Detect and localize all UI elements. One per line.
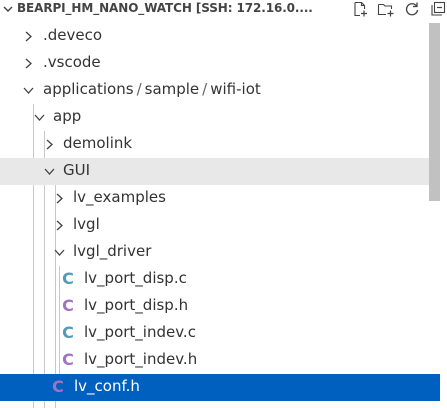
folder-label: app — [53, 107, 82, 125]
file-label: lv_port_disp.h — [84, 296, 189, 314]
file-label: lv_conf.h — [74, 377, 140, 395]
file-label: lv_port_indev.c — [84, 323, 196, 341]
folder-label: lv_examples — [73, 188, 166, 206]
folder-label: lvgl — [73, 215, 100, 233]
chevron-right-icon — [56, 220, 63, 231]
folder-label: .deveco — [43, 26, 103, 44]
file-label: lv_port_disp.c — [84, 269, 187, 287]
tree-item-file[interactable]: C lv_port_disp.h — [0, 293, 440, 320]
tree-item-file[interactable]: C lv_port_indev.h — [0, 347, 440, 374]
chevron-down-icon — [54, 249, 65, 256]
folder-label: lvgl_driver — [73, 242, 152, 260]
path-separator: / — [202, 80, 208, 98]
h-file-icon: C — [62, 296, 74, 315]
tree-item-vscode[interactable]: .vscode — [0, 50, 440, 77]
explorer-header[interactable]: BEARPI_HM_NANO_WATCH [SSH: 172.16.0.... — [0, 0, 447, 18]
explorer-actions — [350, 0, 447, 18]
collapse-all-icon — [431, 1, 446, 16]
new-file-icon — [354, 1, 367, 17]
chevron-down-icon — [34, 114, 45, 121]
tree-item-lvgl[interactable]: lvgl — [0, 212, 440, 239]
chevron-down-icon[interactable] — [2, 3, 14, 15]
explorer-panel: BEARPI_HM_NANO_WATCH [SSH: 172.16.0.... — [0, 0, 447, 408]
c-file-icon: C — [62, 269, 74, 288]
path-separator: / — [136, 80, 142, 98]
tree-item-applications-path[interactable]: applications / sample / wifi-iot — [0, 77, 440, 104]
tree-item-lvgl-driver[interactable]: lvgl_driver — [0, 239, 440, 266]
folder-label: .vscode — [43, 53, 101, 71]
chevron-right-icon — [46, 139, 53, 150]
chevron-right-icon — [25, 58, 32, 69]
tree-item-file[interactable]: C lv_port_indev.c — [0, 320, 440, 347]
path-segment-wifi-iot[interactable]: wifi-iot — [210, 80, 261, 98]
c-file-icon: C — [62, 323, 74, 342]
folder-label: GUI — [63, 161, 91, 179]
collapse-all-button[interactable] — [428, 0, 447, 18]
tree-item-lv-examples[interactable]: lv_examples — [0, 185, 440, 212]
file-label: lv_port_indev.h — [84, 350, 198, 368]
chevron-down-icon — [23, 87, 34, 94]
workspace-title: BEARPI_HM_NANO_WATCH [SSH: 172.16.0.... — [17, 1, 313, 15]
new-file-button[interactable] — [350, 0, 370, 18]
h-file-icon: C — [52, 377, 64, 396]
folder-label: demolink — [63, 134, 133, 152]
tree-item-gui[interactable]: GUI — [0, 158, 440, 185]
tree-item-demolink[interactable]: demolink — [0, 131, 440, 158]
h-file-icon: C — [62, 350, 74, 369]
tree-item-app[interactable]: app — [0, 104, 440, 131]
path-segment-applications[interactable]: applications — [43, 80, 134, 98]
tree-item-selected-file[interactable]: C lv_conf.h — [0, 374, 440, 401]
compact-folder-path: applications / sample / wifi-iot — [43, 80, 261, 98]
scrollbar-thumb[interactable] — [429, 23, 440, 201]
new-folder-button[interactable] — [376, 0, 396, 18]
chevron-right-icon — [56, 193, 63, 204]
chevron-down-icon — [44, 168, 55, 175]
refresh-button[interactable] — [402, 0, 422, 18]
path-segment-sample[interactable]: sample — [145, 80, 200, 98]
new-folder-icon — [377, 3, 394, 17]
chevron-right-icon — [25, 31, 32, 42]
refresh-icon — [405, 2, 419, 16]
tree-item-file[interactable]: C lv_port_disp.c — [0, 266, 440, 293]
tree-item-deveco[interactable]: .deveco — [0, 23, 440, 50]
